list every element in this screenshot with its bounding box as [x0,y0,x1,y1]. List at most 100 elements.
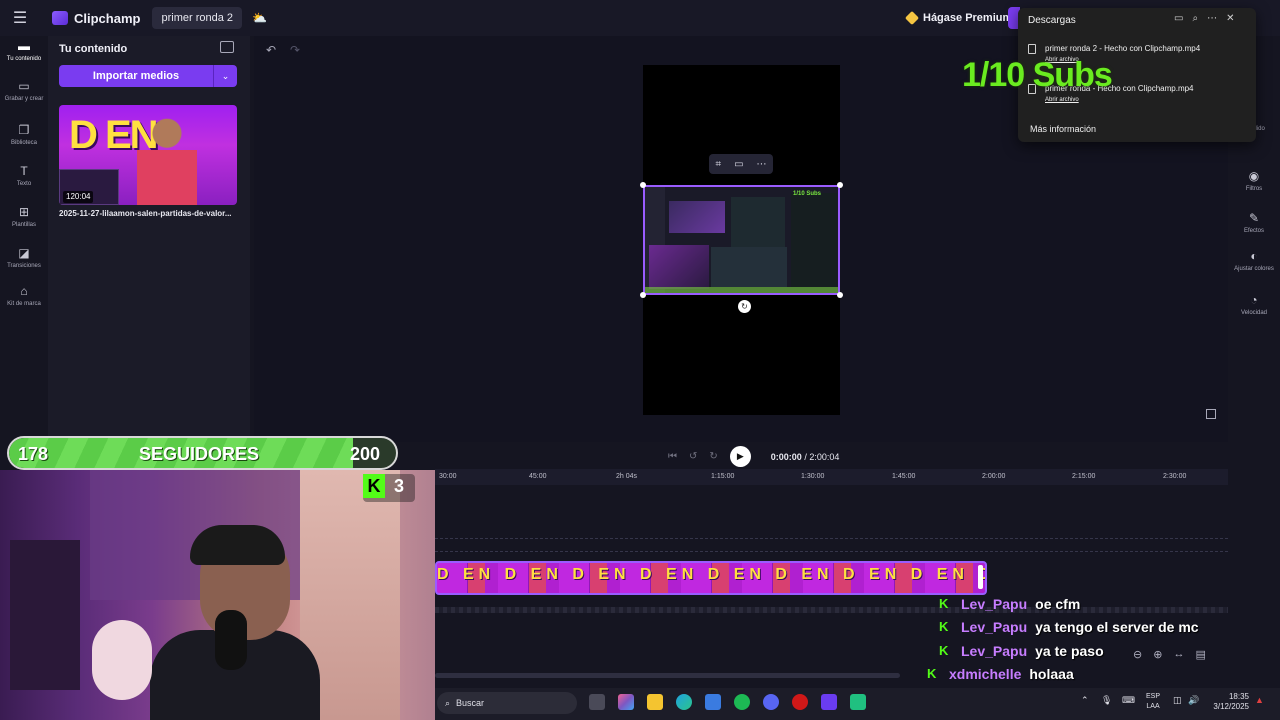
webcam-overlay: K 3 [0,470,435,720]
media-thumbnail[interactable]: D EN 120:04 [59,105,237,205]
forward-icon[interactable]: ↻ [709,451,717,462]
timeline-scrollbar[interactable] [435,673,900,678]
cloud-sync-icon[interactable]: ⛅ [252,11,267,25]
sidebar-item-brand-kit[interactable]: ⌂ Kit de marca [0,283,48,308]
system-clock[interactable]: 18:35 3/12/2025 [1207,692,1249,712]
resize-handle[interactable] [837,292,843,298]
more-info-link[interactable]: Más información [1030,124,1096,134]
copilot-icon[interactable] [618,694,634,710]
import-media-label: Importar medios [92,70,180,82]
search-placeholder: Buscar [456,698,485,708]
zoom-in-icon[interactable]: ⊕ [1153,648,1162,661]
total-time: / 2:00:04 [804,451,840,462]
notification-icon[interactable]: ▲ [1255,695,1264,705]
sidebar-item-your-content[interactable]: ▬ Tu contenido [0,38,48,63]
redo-icon[interactable]: ↷ [290,43,300,57]
camera-icon: ▭ [18,79,30,93]
kick-logo-icon: K [927,666,937,681]
sidebar-item-effects[interactable]: ✎ Efectos [1228,210,1280,235]
go-premium-button[interactable]: Hágase Premium [897,7,1022,29]
microphone-icon[interactable]: 🎙 [1101,695,1112,706]
spotify-icon[interactable] [734,694,750,710]
store-icon[interactable] [705,694,721,710]
open-file-link[interactable]: Abrir archivo [1045,97,1079,103]
rotate-handle-icon[interactable]: ↻ [738,300,751,313]
chat-username: xdmichelle [949,666,1022,682]
edge-icon[interactable] [676,694,692,710]
resize-handle[interactable] [640,182,646,188]
fullscreen-icon[interactable] [1206,409,1216,419]
fit-icon[interactable]: ▭ [734,159,743,170]
project-name-field[interactable]: primer ronda 2 [152,7,243,29]
keyboard-icon[interactable]: ⌨ [1122,695,1135,706]
clip-trim-handle[interactable] [978,565,983,589]
ruler-tick-label: 2:15:00 [1072,473,1096,480]
open-folder-icon[interactable]: ▭ [1174,13,1183,24]
sidebar-item-label: Grabar y crear [4,96,44,102]
chat-message: K xdmichelle holaaa [927,666,1074,682]
search-icon[interactable]: ⌕ [1192,13,1198,24]
import-media-button[interactable]: Importar medios ⌄ [59,65,237,87]
sidebar-item-label: Ajustar colores [1234,266,1274,272]
clip-thumbnails: D EN D EN D EN D EN D EN D EN D EN D EN … [437,566,987,583]
chevron-up-icon[interactable]: ⌃ [1081,695,1089,706]
app-taskbar-icon[interactable] [850,694,866,710]
audio-track[interactable] [435,607,1228,613]
taskbar-search[interactable]: ⌕ Buscar [437,692,577,714]
clip-region-right [791,193,837,287]
resize-handle[interactable] [640,292,646,298]
more-options-icon[interactable]: ⋯ [1207,13,1217,24]
file-explorer-icon[interactable] [647,694,663,710]
rewind-icon[interactable]: ↺ [689,451,697,462]
playback-time: 0:00:00 / 2:00:04 [771,452,840,462]
kick-sub-count: 3 [394,476,405,496]
menu-icon[interactable]: ☰ [0,0,40,36]
kick-logo-icon: K [939,643,949,658]
discord-icon[interactable] [763,694,779,710]
sidebar-item-label: Velocidad [1240,310,1268,316]
opera-icon[interactable] [792,694,808,710]
collapse-panel-icon[interactable] [220,41,234,53]
sidebar-item-adjust-colors[interactable]: ◐ Ajustar colores [1228,248,1280,273]
chat-text: holaaa [1029,666,1074,682]
folder-icon: ▬ [18,39,30,53]
chat-username: Lev_Papu [961,619,1028,635]
current-time: 0:00:00 [770,451,802,462]
skip-back-icon[interactable]: ⏮ [668,451,677,462]
sidebar-item-text[interactable]: T Texto [0,163,48,188]
zoom-out-icon[interactable]: ⊖ [1133,648,1142,661]
file-icon [1028,44,1036,54]
sidebar-item-library[interactable]: ❐ Biblioteca [0,122,48,147]
input-language[interactable]: ESP LAA [1146,692,1160,712]
network-icon[interactable]: ◫ [1173,695,1182,706]
timeline-ruler[interactable] [435,469,1228,485]
volume-icon[interactable]: 🔊 [1188,695,1199,706]
chevron-down-icon[interactable]: ⌄ [213,65,237,87]
sidebar-item-filters[interactable]: ◉ Filtros [1228,168,1280,193]
playback-controls: ⏮ ↺ ↻ ▶ 0:00:00 / 2:00:04 [668,446,839,467]
clipchamp-logo-icon [52,11,68,25]
sidebar-item-record[interactable]: ▭ Grabar y crear [0,78,48,103]
resize-handle[interactable] [837,182,843,188]
captions-icon[interactable]: ▤ [1195,648,1205,661]
sidebar-item-speed[interactable]: ◔ Velocidad [1228,292,1280,317]
clock-date: 3/12/2025 [1213,702,1249,711]
chat-message: K Lev_Papu oe cfm [939,596,1080,612]
close-icon[interactable]: ✕ [1226,13,1234,24]
clipchamp-taskbar-icon[interactable] [821,694,837,710]
clip-mini-subs: 1/10 Subs [793,191,822,197]
crop-icon[interactable]: ⌗ [715,159,721,170]
followers-current: 178 [18,444,49,464]
video-track-clip[interactable]: D EN D EN D EN D EN D EN D EN D EN D EN … [435,561,987,595]
chat-username: Lev_Papu [961,596,1028,612]
more-options-icon[interactable]: ⋯ [757,159,767,170]
selected-clip-preview[interactable]: 1/10 Subs [643,185,840,295]
clip-region-panel [711,247,787,287]
sidebar-item-transitions[interactable]: ◪ Transiciones [0,245,48,270]
undo-icon[interactable]: ↶ [266,43,276,57]
sidebar-item-templates[interactable]: ⊞ Plantillas [0,204,48,229]
app-name: Clipchamp [74,10,141,26]
play-button[interactable]: ▶ [729,446,751,467]
fit-timeline-icon[interactable]: ↔ [1173,648,1184,661]
task-view-icon[interactable] [589,694,605,710]
